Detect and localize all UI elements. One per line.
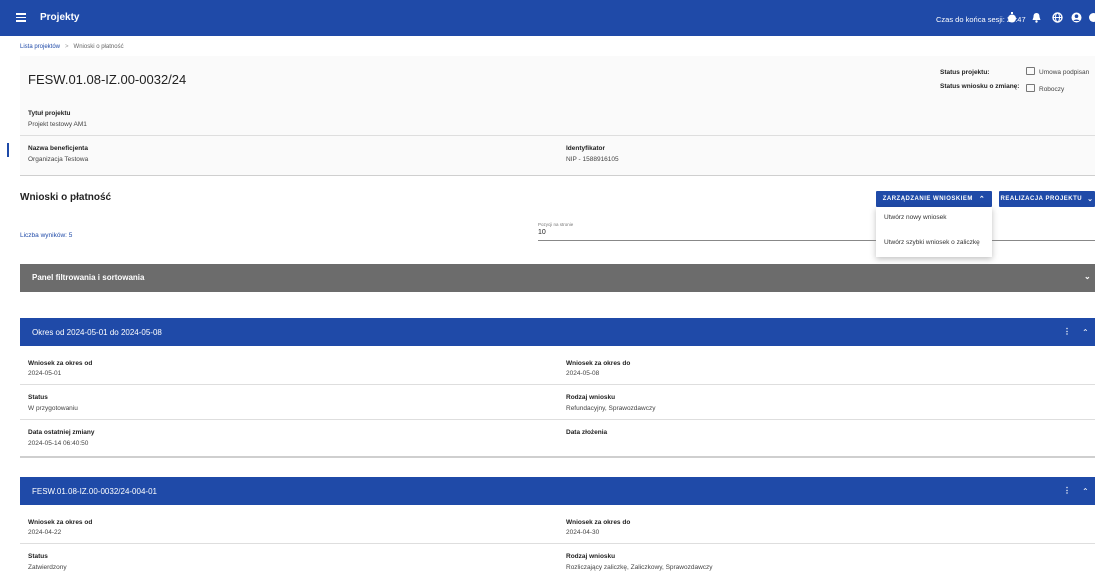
divider <box>20 384 1095 385</box>
manage-request-button[interactable]: ZARZĄDZANIE WNIOSKIEM ⌃ <box>876 191 992 207</box>
type-label: Rodzaj wniosku <box>566 394 616 401</box>
period-from-label: Wniosek za okres od <box>28 519 93 526</box>
breadcrumb-separator: > <box>65 44 69 50</box>
change-status-label: Status wniosku o zmianę: <box>940 83 1020 90</box>
project-title-value: Projekt testowy AM1 <box>28 121 87 128</box>
side-indicator <box>7 143 9 157</box>
type-value: Rozliczający zaliczkę, Zaliczkowy, Spraw… <box>566 564 713 571</box>
per-page-underline <box>992 240 1095 241</box>
folder-icon <box>1026 84 1035 92</box>
period-from-label: Wniosek za okres od <box>28 360 93 367</box>
status-label: Status <box>28 553 48 560</box>
period-from-value: 2024-04-22 <box>28 529 62 536</box>
manage-request-menu: Utwórz nowy wniosek Utwórz szybki wniose… <box>876 207 992 257</box>
period-from-value: 2024-05-01 <box>28 370 62 377</box>
identifier-label: Identyfikator <box>566 145 606 152</box>
chevron-up-icon[interactable]: ⌃ <box>1082 487 1089 496</box>
filter-panel-title: Panel filtrowania i sortowania <box>32 273 145 282</box>
change-status-text: Roboczy <box>1039 86 1065 93</box>
project-realization-label: REALIZACJA PROJEKTU <box>1000 196 1083 202</box>
divider <box>20 543 1095 544</box>
globe-icon[interactable] <box>1051 12 1063 24</box>
chevron-up-icon: ⌃ <box>978 196 986 203</box>
project-status-value: Umowa podpisan <box>1026 67 1089 76</box>
per-page-label: Pozycji na stronie <box>538 222 574 227</box>
document-icon <box>1026 67 1035 75</box>
project-id: FESW.01.08-IZ.00-0032/24 <box>28 72 187 87</box>
project-title-label: Tytuł projektu <box>28 110 71 117</box>
request-card-title: FESW.01.08-IZ.00-0032/24-004-01 <box>32 487 157 496</box>
power-icon[interactable] <box>1088 12 1095 24</box>
chevron-up-icon[interactable]: ⌃ <box>1082 328 1089 337</box>
user-icon[interactable] <box>1070 12 1082 24</box>
period-to-value: 2024-04-30 <box>566 529 600 536</box>
status-label: Status <box>28 394 48 401</box>
last-change-label: Data ostatniej zmiany <box>28 429 95 436</box>
section-title: Wnioski o płatność <box>20 192 112 203</box>
last-change-value: 2024-05-14 06:40:50 <box>28 440 89 447</box>
request-card-header: FESW.01.08-IZ.00-0032/24-004-01 ⋮ ⌃ <box>20 477 1095 505</box>
chevron-down-icon: ⌄ <box>1087 196 1094 203</box>
filter-panel[interactable]: Panel filtrowania i sortowania ⌄ <box>20 264 1095 292</box>
breadcrumb-current: Wnioski o płatność <box>73 44 124 50</box>
manage-request-label: ZARZĄDZANIE WNIOSKIEM <box>882 196 973 202</box>
per-page-underline <box>538 240 876 241</box>
timer-icon[interactable] <box>1006 12 1018 24</box>
more-vert-icon[interactable]: ⋮ <box>1063 327 1071 336</box>
submitted-label: Data złożenia <box>566 429 608 436</box>
period-to-label: Wniosek za okres do <box>566 360 631 367</box>
divider <box>20 135 1095 136</box>
menu-icon[interactable] <box>16 11 28 25</box>
status-value: W przygotowaniu <box>28 405 78 412</box>
project-realization-button[interactable]: REALIZACJA PROJEKTU ⌄ <box>999 191 1095 207</box>
breadcrumb: Lista projektów > Wnioski o płatność <box>20 44 124 50</box>
chevron-down-icon[interactable]: ⌄ <box>1084 272 1091 281</box>
per-page-select[interactable]: 10 <box>538 229 546 236</box>
request-card-body <box>20 505 1095 576</box>
results-count: Liczba wyników: 5 <box>20 232 73 239</box>
period-to-label: Wniosek za okres do <box>566 519 631 526</box>
top-bar: Projekty Czas do końca sesji: 25:47 <box>0 0 1095 36</box>
breadcrumb-root-link[interactable]: Lista projektów <box>20 44 60 50</box>
type-label: Rodzaj wniosku <box>566 553 616 560</box>
request-card-title: Okres od 2024-05-01 do 2024-05-08 <box>32 328 162 337</box>
status-value: Zatwierdzony <box>28 564 67 571</box>
period-to-value: 2024-05-08 <box>566 370 600 377</box>
identifier-value: NIP - 1588916105 <box>566 156 619 163</box>
type-value: Refundacyjny, Sprawozdawczy <box>566 405 656 412</box>
more-vert-icon[interactable]: ⋮ <box>1063 486 1071 495</box>
request-card-header: Okres od 2024-05-01 do 2024-05-08 ⋮ ⌃ <box>20 318 1095 346</box>
change-status-value: Roboczy <box>1026 84 1064 93</box>
divider <box>20 419 1095 420</box>
project-status-text: Umowa podpisan <box>1039 69 1090 76</box>
beneficiary-value: Organizacja Testowa <box>28 156 89 163</box>
bell-icon[interactable] <box>1030 12 1042 24</box>
project-status-label: Status projektu: <box>940 69 990 76</box>
request-card-body <box>20 346 1095 458</box>
beneficiary-label: Nazwa beneficjenta <box>28 145 88 152</box>
app-title: Projekty <box>40 12 80 23</box>
menu-item-new-request[interactable]: Utwórz nowy wniosek <box>884 214 947 221</box>
menu-item-quick-advance[interactable]: Utwórz szybki wniosek o zaliczkę <box>884 239 980 246</box>
